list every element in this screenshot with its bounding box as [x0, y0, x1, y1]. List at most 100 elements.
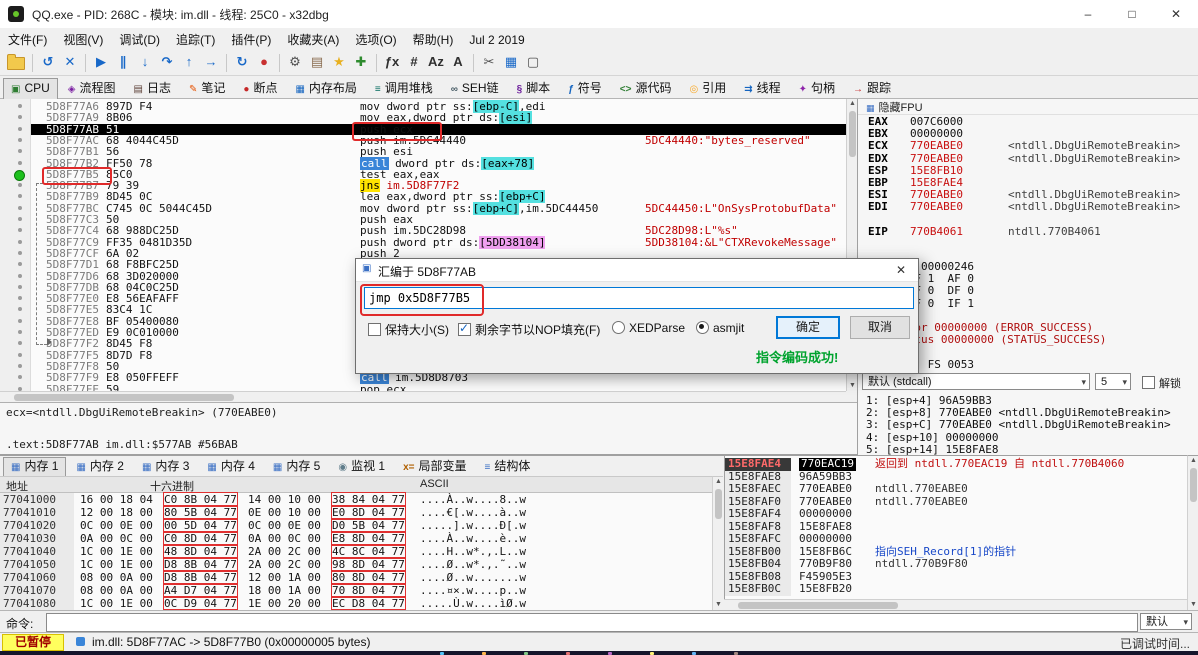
disasm-address[interactable]: 5D8F77D1 [46, 259, 99, 271]
stack-row[interactable]: 15E8FAF0 770EABE0 ntdll.770EABE0 [725, 495, 1188, 508]
registers-header[interactable]: ▦ 隐藏FPU [858, 99, 1198, 115]
dump-vscrollbar[interactable]: ▲ ▼ [712, 476, 723, 610]
tab-memory-map[interactable]: ▦ 内存布局 [287, 78, 364, 100]
run-icon[interactable]: ▶ [91, 52, 111, 72]
tab-trace[interactable]: → 跟踪 [845, 78, 899, 100]
stack-row[interactable]: 15E8FB04 770B9F80 ntdll.770B9F80 [725, 557, 1188, 571]
pause-icon[interactable]: ∥ [113, 52, 133, 72]
register-row[interactable]: EDI 770EABE0 <ntdll.DbgUiRemoteBreakin> [858, 201, 1198, 213]
tab-handles[interactable]: ✦ 句柄 [791, 78, 843, 100]
tab-watch-1[interactable]: ◉ 监视 1 [330, 457, 393, 477]
disasm-address[interactable]: 5D8F77B9 [46, 191, 99, 203]
stack-hscrollbar[interactable] [724, 599, 1187, 610]
keep-size-option[interactable]: 保持大小(S) [368, 321, 449, 338]
register-row[interactable]: ECX 770EABE0 <ntdll.DbgUiRemoteBreakin> [858, 140, 1198, 152]
calling-convention-select[interactable]: 默认 (stdcall) [862, 373, 1090, 390]
scroll-thumb[interactable] [14, 394, 234, 401]
tab-dump-5[interactable]: ▦ 内存 5 [265, 457, 328, 477]
scroll-thumb[interactable] [738, 602, 898, 609]
tab-cpu[interactable]: ▣ CPU [3, 78, 58, 100]
disasm-address[interactable]: 5D8F77FE [46, 383, 99, 391]
disasm-address[interactable]: 5D8F77F2 [46, 338, 99, 350]
tab-log[interactable]: ▤ 日志 [126, 78, 179, 100]
menu-item[interactable]: 插件(P) [223, 28, 279, 51]
favourites-icon[interactable]: ★ [329, 52, 349, 72]
nop-fill-checkbox[interactable] [458, 321, 471, 336]
step-into-icon[interactable]: ↓ [135, 52, 155, 72]
command-script-dropdown[interactable]: 默认 [1140, 613, 1192, 630]
register-row[interactable]: EAX 007C6000 [858, 115, 1198, 128]
nop-fill-option[interactable]: 剩余字节以NOP填充(F) [458, 321, 600, 338]
close-debuggee-icon[interactable]: ✕ [60, 52, 80, 72]
dialog-title-bar[interactable]: ▣ 汇编于 5D8F77AB ✕ [356, 259, 918, 282]
hash-icon[interactable]: # [404, 52, 424, 72]
menu-item[interactable]: 视图(V) [55, 28, 111, 51]
tab-dump-4[interactable]: ▦ 内存 4 [199, 457, 262, 477]
tab-notes[interactable]: ✎ 笔记 [181, 78, 233, 100]
calculator-fx-icon[interactable]: ƒx [382, 52, 402, 72]
menu-item[interactable]: Jul 2 2019 [461, 30, 532, 50]
stack-row[interactable]: 15E8FAFC 00000000 [725, 532, 1188, 546]
tab-references[interactable]: ◎ 引用 [681, 78, 734, 100]
tab-locals[interactable]: x= 局部变量 [395, 457, 474, 477]
menu-item[interactable]: 收藏夹(A) [279, 28, 347, 51]
dialog-close-button[interactable]: ✕ [884, 259, 918, 282]
dump-row[interactable]: 77041030 0A 00 0C 00 C0 8D 04 77 0A 00 0C 0… [0, 531, 712, 546]
breakpoint-dot[interactable] [14, 169, 25, 181]
stack-vscrollbar[interactable]: ▲ ▼ [1187, 455, 1198, 610]
register-row[interactable] [858, 214, 1198, 226]
scroll-down-icon[interactable]: ▼ [1189, 600, 1198, 610]
xedparse-radio[interactable] [612, 321, 625, 334]
register-row[interactable]: EIP 770B4061 ntdll.770B4061 [858, 225, 1198, 238]
scroll-thumb[interactable] [715, 489, 722, 519]
scroll-thumb[interactable] [1190, 468, 1197, 502]
scroll-thumb[interactable] [849, 111, 856, 157]
menu-item[interactable]: 追踪(T) [168, 28, 223, 51]
cancel-button[interactable]: 取消 [850, 316, 910, 339]
dump-row[interactable]: 77041040 1C 00 1E 00 48 8D 04 77 2A 00 2C 0… [0, 544, 712, 559]
disasm-address[interactable]: 5D8F77B1 [46, 146, 99, 158]
memory-map-tool-icon[interactable]: ▦ [501, 52, 521, 72]
close-button[interactable]: ✕ [1154, 0, 1198, 28]
command-input[interactable] [46, 613, 1138, 632]
log-window-icon[interactable]: ▤ [307, 52, 327, 72]
dump-row[interactable]: 77041010 12 00 18 00 80 5B 04 77 0E 00 10 0… [0, 505, 712, 520]
stack-row[interactable]: 15E8FB0C 15E8FB20 [725, 582, 1188, 596]
xedparse-option[interactable]: XEDParse [612, 321, 685, 335]
stack-row[interactable]: 15E8FAE4 770EAC19 返回到 ntdll.770EAC19 自 ntd… [725, 457, 1188, 471]
maximize-button[interactable]: □ [1110, 0, 1154, 28]
tab-dump-1[interactable]: ▦ 内存 1 [3, 457, 67, 477]
disasm-row[interactable]: 5D8F77FE 59 pop ecx [0, 383, 846, 391]
restart-icon[interactable]: ↺ [38, 52, 58, 72]
run-to-user-code-icon[interactable]: → [201, 52, 221, 72]
tab-symbols[interactable]: ƒ 符号 [560, 78, 610, 100]
breakpoint-icon[interactable]: ● [254, 52, 274, 72]
stack-row[interactable]: 15E8FAF4 00000000 [725, 507, 1188, 521]
settings-icon[interactable]: ⚙ [285, 52, 305, 72]
font-case-icon[interactable]: A [448, 52, 468, 72]
animate-icon[interactable]: ↻ [232, 52, 252, 72]
unlock-checkbox-row[interactable]: 解锁 [1142, 375, 1181, 391]
stack-row[interactable]: 15E8FAEC 770EABE0 ntdll.770EABE0 [725, 482, 1188, 496]
dump-row[interactable]: 77041020 0C 00 0E 00 00 5D 04 77 0C 00 0E 0… [0, 518, 712, 533]
tab-breakpoints[interactable]: ● 断点 [235, 78, 285, 100]
notes-window-icon[interactable]: ▢ [523, 52, 543, 72]
tab-dump-3[interactable]: ▦ 内存 3 [134, 457, 197, 477]
asmjit-radio[interactable] [696, 321, 709, 334]
stack-row[interactable]: 15E8FB08 F45905E3 [725, 570, 1188, 583]
scroll-up-icon[interactable]: ▲ [848, 99, 857, 109]
disasm-address[interactable]: 5D8F77C4 [46, 225, 99, 237]
tab-threads[interactable]: ⇉ 线程 [736, 78, 788, 100]
tab-call-stack[interactable]: ≡ 调用堆栈 [367, 78, 441, 100]
tab-seh-chain[interactable]: ∞ SEH链 [443, 78, 507, 100]
dump-row[interactable]: 77041080 1C 00 1E 00 0C D9 04 77 1E 00 20 0… [0, 596, 712, 611]
step-over-icon[interactable]: ↷ [157, 52, 177, 72]
keep-size-checkbox[interactable] [368, 323, 381, 336]
snippets-icon[interactable]: ✂ [479, 52, 499, 72]
register-row[interactable]: EDX 770EABE0 <ntdll.DbgUiRemoteBreakin> [858, 152, 1198, 165]
preferences-az-icon[interactable]: Az [426, 52, 446, 72]
disasm-row[interactable]: 5D8F77AC 68 4044C45D push im.5DC44440 5DC44… [0, 135, 846, 147]
disasm-address[interactable]: 5D8F77F9 [46, 372, 99, 384]
disasm-address[interactable]: 5D8F77E5 [46, 304, 99, 316]
disasm-row[interactable]: 5D8F77BC C745 0C 5044C45D mov dword ptr ss… [0, 201, 846, 215]
